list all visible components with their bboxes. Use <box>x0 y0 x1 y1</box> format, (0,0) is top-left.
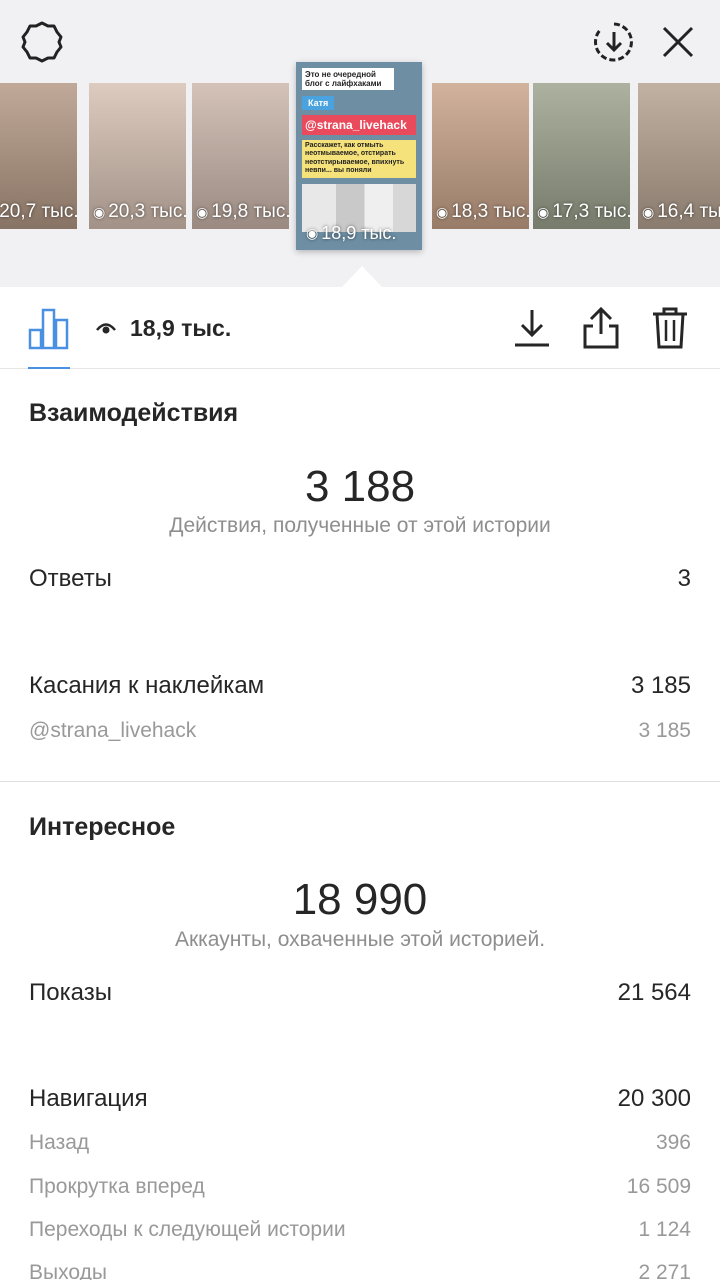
forward-value: 16 509 <box>626 1175 691 1198</box>
impressions-row: Показы 21 564 <box>29 979 691 1007</box>
next-story-label: Переходы к следующей истории <box>29 1218 346 1241</box>
active-story-preview: Это не очередной блог с лайфхаками Катя @s… <box>296 62 422 250</box>
story-thumbnail[interactable]: ◉ 20,3 тыс. <box>89 83 186 229</box>
eye-icon: ◉ <box>537 203 550 220</box>
story-thumbnail-active[interactable]: Это не очередной блог с лайфхаками Катя @s… <box>296 62 422 250</box>
eye-icon: ◉ <box>196 203 209 220</box>
share-button[interactable] <box>579 305 623 351</box>
story-views-text: 16,4 тыс. <box>657 201 720 222</box>
views-count: 18,9 тыс. <box>130 314 232 341</box>
mention-sticker-row: @strana_livehack 3 185 <box>29 719 691 743</box>
mention-sticker-label: @strana_livehack <box>29 719 197 742</box>
sticker-taps-row: Касания к наклейкам 3 185 <box>29 672 691 700</box>
story-thumbnail[interactable]: ◉ 19,8 тыс. <box>192 83 289 229</box>
forward-row: Прокрутка вперед 16 509 <box>29 1175 691 1199</box>
story-views-count: ◉ 19,8 тыс. <box>196 201 289 223</box>
story-views-count: ◉ 20,3 тыс. <box>93 201 186 223</box>
back-value: 396 <box>655 1131 691 1154</box>
insights-toolbar: 18,9 тыс. <box>0 287 720 369</box>
mention-sticker-value: 3 185 <box>638 719 691 742</box>
delete-button[interactable] <box>648 305 692 351</box>
story-views: 18,9 тыс. <box>96 313 231 343</box>
story-thumbnail[interactable]: ◉20,7 тыс. <box>0 83 77 229</box>
exits-label: Выходы <box>29 1261 107 1280</box>
story-handle-sticker: @strana_livehack <box>302 115 416 135</box>
download-icon <box>515 310 549 347</box>
impressions-label: Показы <box>29 979 112 1006</box>
story-views-text: 17,3 тыс. <box>552 201 630 222</box>
download-button[interactable] <box>510 305 554 351</box>
replies-value: 3 <box>677 565 691 592</box>
story-name-tag: Катя <box>302 96 335 110</box>
story-thumbnail[interactable]: ◉ 17,3 тыс. <box>533 83 630 229</box>
tab-insights[interactable] <box>26 303 72 353</box>
navigation-value: 20 300 <box>617 1085 691 1112</box>
exits-row: Выходы 2 271 <box>29 1261 691 1280</box>
interactions-total: 3 188 <box>304 462 416 511</box>
story-views-count: ◉20,7 тыс. <box>0 201 77 223</box>
replies-row: Ответы 3 <box>29 565 691 593</box>
sticker-taps-label: Касания к наклейкам <box>29 672 265 699</box>
next-story-value: 1 124 <box>638 1218 691 1241</box>
story-views-text: 20,7 тыс. <box>0 201 77 222</box>
exits-value: 2 271 <box>638 1261 691 1280</box>
story-views-text: 19,8 тыс. <box>211 201 289 222</box>
eye-icon: ◉ <box>436 203 449 220</box>
back-label: Назад <box>29 1131 90 1154</box>
sticker-taps-value: 3 185 <box>630 672 691 699</box>
story-thumbnail[interactable]: ◉ 18,3 тыс. <box>432 83 529 229</box>
story-strip-area: ◉20,7 тыс.◉20,3 тыс.◉19,8 тыс.Это не оче… <box>0 0 720 287</box>
story-views-count: ◉16,4 тыс. <box>642 201 720 223</box>
story-views-count: ◉ 17,3 тыс. <box>537 201 630 223</box>
story-views-count: ◉ 18,3 тыс. <box>436 201 529 223</box>
active-tab-indicator <box>28 367 70 369</box>
forward-label: Прокрутка вперед <box>29 1175 205 1198</box>
bar-chart-icon <box>28 308 69 350</box>
interactions-title: Взаимодействия <box>29 399 239 427</box>
navigation-label: Навигация <box>29 1085 148 1112</box>
interactions-caption: Действия, полученные от этой истории <box>169 514 551 537</box>
next-story-row: Переходы к следующей истории 1 124 <box>29 1218 691 1242</box>
story-views-text: 18,3 тыс. <box>451 201 529 222</box>
story-views-text: 18,9 тыс. <box>321 223 397 243</box>
eye-icon <box>96 323 116 334</box>
story-body-text: Расскажет, как отмыть неотмываемое, отст… <box>302 140 416 178</box>
impressions-value: 21 564 <box>617 979 691 1006</box>
discovery-title: Интересное <box>29 813 176 841</box>
eye-icon: ◉ <box>642 203 655 220</box>
story-views-count: ◉ 18,9 тыс. <box>306 223 396 244</box>
replies-label: Ответы <box>29 565 112 592</box>
trash-icon <box>653 307 687 349</box>
story-thumbnail[interactable]: ◉16,4 тыс. <box>638 83 720 229</box>
reach-caption: Аккаунты, охваченные этой историей. <box>174 928 546 951</box>
back-row: Назад 396 <box>29 1131 691 1155</box>
story-top-text: Это не очередной блог с лайфхаками <box>302 68 394 90</box>
eye-icon: ◉ <box>93 203 106 220</box>
reach-total: 18 990 <box>292 875 428 924</box>
eye-icon: ◉ <box>306 225 319 241</box>
share-icon <box>583 306 619 349</box>
active-story-pointer <box>342 266 382 287</box>
story-thumbnails: ◉20,7 тыс.◉20,3 тыс.◉19,8 тыс.Это не оче… <box>0 0 720 287</box>
story-views-text: 20,3 тыс. <box>108 201 186 222</box>
section-divider <box>0 781 720 782</box>
navigation-row: Навигация 20 300 <box>29 1085 691 1113</box>
